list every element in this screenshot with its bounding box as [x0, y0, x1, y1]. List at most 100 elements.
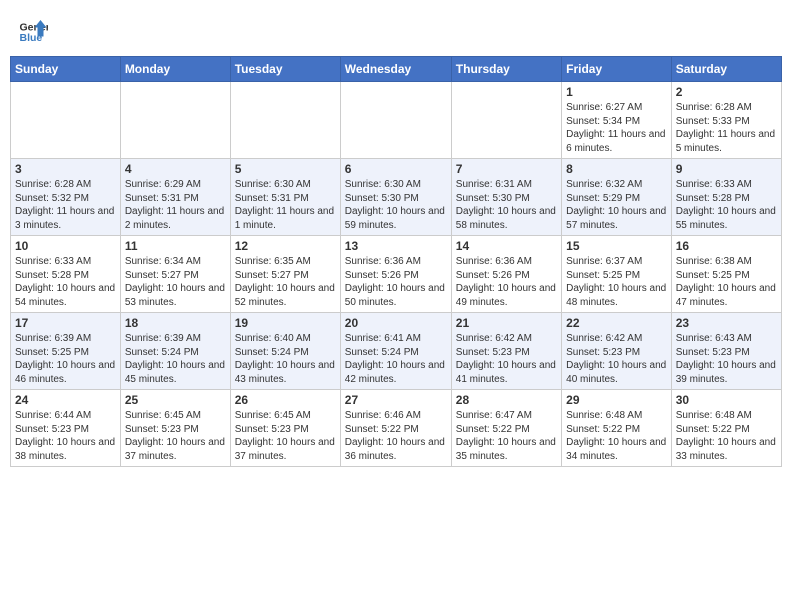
day-number: 21 [456, 316, 557, 330]
day-number: 6 [345, 162, 447, 176]
calendar-cell: 15 Sunrise: 6:37 AM Sunset: 5:25 PM Dayli… [562, 236, 672, 313]
cell-info: Sunrise: 6:39 AM Sunset: 5:25 PM Dayligh… [15, 332, 116, 386]
calendar-header-row: SundayMondayTuesdayWednesdayThursdayFrid… [11, 57, 782, 82]
day-number: 3 [15, 162, 116, 176]
day-number: 27 [345, 393, 447, 407]
cell-info: Sunrise: 6:46 AM Sunset: 5:22 PM Dayligh… [345, 409, 447, 463]
calendar-table: SundayMondayTuesdayWednesdayThursdayFrid… [10, 56, 782, 467]
cell-info: Sunrise: 6:40 AM Sunset: 5:24 PM Dayligh… [235, 332, 336, 386]
day-number: 19 [235, 316, 336, 330]
calendar-week-row: 3 Sunrise: 6:28 AM Sunset: 5:32 PM Daylig… [11, 159, 782, 236]
day-number: 12 [235, 239, 336, 253]
calendar-cell: 2Sunrise: 6:28 AM Sunset: 5:33 PM Daylig… [671, 82, 781, 159]
cell-info: Sunrise: 6:41 AM Sunset: 5:24 PM Dayligh… [345, 332, 447, 386]
calendar-cell: 20 Sunrise: 6:41 AM Sunset: 5:24 PM Dayli… [340, 313, 451, 390]
calendar-cell: 27 Sunrise: 6:46 AM Sunset: 5:22 PM Dayli… [340, 390, 451, 467]
cell-info: Sunrise: 6:38 AM Sunset: 5:25 PM Dayligh… [676, 255, 777, 309]
calendar-week-row: 1 Sunrise: 6:27 AM Sunset: 5:34 PM Daylig… [11, 82, 782, 159]
day-number: 18 [125, 316, 226, 330]
cell-info: Sunrise: 6:48 AM Sunset: 5:22 PM Dayligh… [566, 409, 667, 463]
calendar-cell: 21 Sunrise: 6:42 AM Sunset: 5:23 PM Dayli… [451, 313, 561, 390]
calendar-week-row: 17 Sunrise: 6:39 AM Sunset: 5:25 PM Dayli… [11, 313, 782, 390]
calendar-cell: 24 Sunrise: 6:44 AM Sunset: 5:23 PM Dayli… [11, 390, 121, 467]
day-number: 15 [566, 239, 667, 253]
calendar-cell: 12 Sunrise: 6:35 AM Sunset: 5:27 PM Dayli… [230, 236, 340, 313]
cell-info: Sunrise: 6:44 AM Sunset: 5:23 PM Dayligh… [15, 409, 116, 463]
cell-info: Sunrise: 6:36 AM Sunset: 5:26 PM Dayligh… [345, 255, 447, 309]
cell-info: Sunrise: 6:36 AM Sunset: 5:26 PM Dayligh… [456, 255, 557, 309]
cell-info: Sunrise: 6:28 AM Sunset: 5:33 PM Dayligh… [676, 101, 777, 155]
calendar-cell [11, 82, 121, 159]
calendar-cell [340, 82, 451, 159]
calendar-week-row: 24 Sunrise: 6:44 AM Sunset: 5:23 PM Dayli… [11, 390, 782, 467]
calendar-cell: 26Sunrise: 6:45 AM Sunset: 5:23 PM Dayli… [230, 390, 340, 467]
calendar-cell: 13 Sunrise: 6:36 AM Sunset: 5:26 PM Dayli… [340, 236, 451, 313]
day-number: 23 [676, 316, 777, 330]
calendar-cell: 5 Sunrise: 6:30 AM Sunset: 5:31 PM Daylig… [230, 159, 340, 236]
column-header-tuesday: Tuesday [230, 57, 340, 82]
calendar-week-row: 10 Sunrise: 6:33 AM Sunset: 5:28 PM Dayli… [11, 236, 782, 313]
day-number: 7 [456, 162, 557, 176]
cell-info: Sunrise: 6:27 AM Sunset: 5:34 PM Dayligh… [566, 101, 667, 155]
cell-info: Sunrise: 6:33 AM Sunset: 5:28 PM Dayligh… [676, 178, 777, 232]
calendar-cell: 4Sunrise: 6:29 AM Sunset: 5:31 PM Daylig… [120, 159, 230, 236]
column-header-wednesday: Wednesday [340, 57, 451, 82]
cell-info: Sunrise: 6:37 AM Sunset: 5:25 PM Dayligh… [566, 255, 667, 309]
calendar-cell: 10 Sunrise: 6:33 AM Sunset: 5:28 PM Dayli… [11, 236, 121, 313]
day-number: 14 [456, 239, 557, 253]
day-number: 20 [345, 316, 447, 330]
calendar-cell: 30 Sunrise: 6:48 AM Sunset: 5:22 PM Dayli… [671, 390, 781, 467]
column-header-thursday: Thursday [451, 57, 561, 82]
calendar-cell: 23 Sunrise: 6:43 AM Sunset: 5:23 PM Dayli… [671, 313, 781, 390]
day-number: 28 [456, 393, 557, 407]
cell-info: Sunrise: 6:43 AM Sunset: 5:23 PM Dayligh… [676, 332, 777, 386]
column-header-sunday: Sunday [11, 57, 121, 82]
day-number: 16 [676, 239, 777, 253]
calendar-cell [120, 82, 230, 159]
calendar-cell: 28Sunrise: 6:47 AM Sunset: 5:22 PM Dayli… [451, 390, 561, 467]
day-number: 1 [566, 85, 667, 99]
calendar-cell: 14 Sunrise: 6:36 AM Sunset: 5:26 PM Dayli… [451, 236, 561, 313]
day-number: 24 [15, 393, 116, 407]
calendar-cell: 22Sunrise: 6:42 AM Sunset: 5:23 PM Dayli… [562, 313, 672, 390]
day-number: 22 [566, 316, 667, 330]
day-number: 5 [235, 162, 336, 176]
day-number: 9 [676, 162, 777, 176]
calendar-cell: 6Sunrise: 6:30 AM Sunset: 5:30 PM Daylig… [340, 159, 451, 236]
page-header: General Blue [10, 10, 782, 48]
cell-info: Sunrise: 6:42 AM Sunset: 5:23 PM Dayligh… [456, 332, 557, 386]
cell-info: Sunrise: 6:35 AM Sunset: 5:27 PM Dayligh… [235, 255, 336, 309]
calendar-cell: 19 Sunrise: 6:40 AM Sunset: 5:24 PM Dayli… [230, 313, 340, 390]
day-number: 13 [345, 239, 447, 253]
cell-info: Sunrise: 6:48 AM Sunset: 5:22 PM Dayligh… [676, 409, 777, 463]
day-number: 29 [566, 393, 667, 407]
cell-info: Sunrise: 6:45 AM Sunset: 5:23 PM Dayligh… [125, 409, 226, 463]
logo: General Blue [18, 14, 48, 44]
day-number: 11 [125, 239, 226, 253]
cell-info: Sunrise: 6:30 AM Sunset: 5:31 PM Dayligh… [235, 178, 336, 232]
cell-info: Sunrise: 6:39 AM Sunset: 5:24 PM Dayligh… [125, 332, 226, 386]
calendar-cell: 25Sunrise: 6:45 AM Sunset: 5:23 PM Dayli… [120, 390, 230, 467]
calendar-cell: 9 Sunrise: 6:33 AM Sunset: 5:28 PM Daylig… [671, 159, 781, 236]
column-header-friday: Friday [562, 57, 672, 82]
cell-info: Sunrise: 6:28 AM Sunset: 5:32 PM Dayligh… [15, 178, 116, 232]
calendar-cell: 29 Sunrise: 6:48 AM Sunset: 5:22 PM Dayli… [562, 390, 672, 467]
day-number: 10 [15, 239, 116, 253]
cell-info: Sunrise: 6:34 AM Sunset: 5:27 PM Dayligh… [125, 255, 226, 309]
logo-icon: General Blue [18, 14, 48, 44]
cell-info: Sunrise: 6:33 AM Sunset: 5:28 PM Dayligh… [15, 255, 116, 309]
day-number: 8 [566, 162, 667, 176]
calendar-cell: 8 Sunrise: 6:32 AM Sunset: 5:29 PM Daylig… [562, 159, 672, 236]
calendar-cell: 7 Sunrise: 6:31 AM Sunset: 5:30 PM Daylig… [451, 159, 561, 236]
cell-info: Sunrise: 6:32 AM Sunset: 5:29 PM Dayligh… [566, 178, 667, 232]
column-header-monday: Monday [120, 57, 230, 82]
calendar-cell [451, 82, 561, 159]
calendar-cell [230, 82, 340, 159]
cell-info: Sunrise: 6:31 AM Sunset: 5:30 PM Dayligh… [456, 178, 557, 232]
day-number: 17 [15, 316, 116, 330]
calendar-cell: 1 Sunrise: 6:27 AM Sunset: 5:34 PM Daylig… [562, 82, 672, 159]
day-number: 30 [676, 393, 777, 407]
calendar-cell: 18 Sunrise: 6:39 AM Sunset: 5:24 PM Dayli… [120, 313, 230, 390]
cell-info: Sunrise: 6:29 AM Sunset: 5:31 PM Dayligh… [125, 178, 226, 232]
calendar-cell: 16 Sunrise: 6:38 AM Sunset: 5:25 PM Dayli… [671, 236, 781, 313]
